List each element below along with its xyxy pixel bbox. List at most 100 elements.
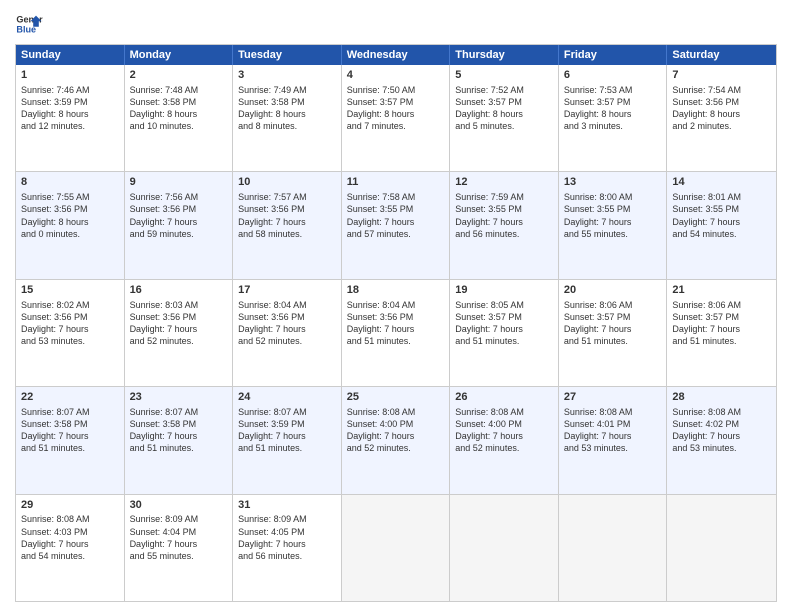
day-info-line: Sunset: 3:58 PM	[238, 96, 336, 108]
day-info-line: Daylight: 7 hours	[455, 430, 553, 442]
calendar-row: 22Sunrise: 8:07 AMSunset: 3:58 PMDayligh…	[16, 386, 776, 493]
day-number: 21	[672, 283, 771, 298]
day-number: 31	[238, 498, 336, 513]
day-cell: 20Sunrise: 8:06 AMSunset: 3:57 PMDayligh…	[559, 280, 668, 386]
day-info-line: Sunrise: 7:57 AM	[238, 191, 336, 203]
day-info-line: Daylight: 7 hours	[21, 430, 119, 442]
day-info-line: Sunrise: 8:04 AM	[347, 299, 445, 311]
weekday-header: Friday	[559, 45, 668, 65]
day-info-line: Sunset: 3:56 PM	[21, 203, 119, 215]
day-number: 1	[21, 68, 119, 83]
day-info-line: Sunset: 3:57 PM	[455, 96, 553, 108]
day-info-line: Sunrise: 7:48 AM	[130, 84, 228, 96]
day-cell: 1Sunrise: 7:46 AMSunset: 3:59 PMDaylight…	[16, 65, 125, 171]
day-info-line: Sunset: 3:57 PM	[564, 311, 662, 323]
day-info-line: and 59 minutes.	[130, 228, 228, 240]
weekday-header: Saturday	[667, 45, 776, 65]
day-info-line: Sunrise: 8:03 AM	[130, 299, 228, 311]
day-number: 20	[564, 283, 662, 298]
day-cell: 16Sunrise: 8:03 AMSunset: 3:56 PMDayligh…	[125, 280, 234, 386]
day-info-line: Sunset: 3:55 PM	[564, 203, 662, 215]
day-info-line: Sunrise: 8:02 AM	[21, 299, 119, 311]
day-info-line: Daylight: 7 hours	[564, 216, 662, 228]
day-info-line: and 51 minutes.	[130, 442, 228, 454]
calendar: SundayMondayTuesdayWednesdayThursdayFrid…	[15, 44, 777, 602]
day-info-line: and 52 minutes.	[347, 442, 445, 454]
day-number: 13	[564, 175, 662, 190]
day-info-line: Sunset: 3:56 PM	[130, 311, 228, 323]
day-info-line: Sunrise: 8:08 AM	[672, 406, 771, 418]
calendar-row: 8Sunrise: 7:55 AMSunset: 3:56 PMDaylight…	[16, 171, 776, 278]
day-info-line: Sunset: 4:05 PM	[238, 526, 336, 538]
day-number: 23	[130, 390, 228, 405]
calendar-header: SundayMondayTuesdayWednesdayThursdayFrid…	[16, 45, 776, 65]
day-number: 29	[21, 498, 119, 513]
day-info-line: Daylight: 7 hours	[130, 538, 228, 550]
day-number: 30	[130, 498, 228, 513]
day-info-line: Sunrise: 7:56 AM	[130, 191, 228, 203]
weekday-header: Monday	[125, 45, 234, 65]
day-info-line: Sunrise: 8:08 AM	[21, 513, 119, 525]
day-info-line: and 51 minutes.	[347, 335, 445, 347]
day-number: 17	[238, 283, 336, 298]
empty-cell	[667, 495, 776, 601]
day-cell: 8Sunrise: 7:55 AMSunset: 3:56 PMDaylight…	[16, 172, 125, 278]
day-info-line: and 52 minutes.	[238, 335, 336, 347]
day-info-line: Daylight: 7 hours	[455, 323, 553, 335]
day-info-line: Sunrise: 8:07 AM	[130, 406, 228, 418]
day-info-line: and 51 minutes.	[564, 335, 662, 347]
empty-cell	[342, 495, 451, 601]
day-info-line: Sunset: 3:59 PM	[238, 418, 336, 430]
day-info-line: Daylight: 7 hours	[21, 323, 119, 335]
page-header: General Blue	[15, 10, 777, 38]
empty-cell	[559, 495, 668, 601]
day-cell: 30Sunrise: 8:09 AMSunset: 4:04 PMDayligh…	[125, 495, 234, 601]
day-cell: 26Sunrise: 8:08 AMSunset: 4:00 PMDayligh…	[450, 387, 559, 493]
day-info-line: Daylight: 7 hours	[672, 216, 771, 228]
day-cell: 2Sunrise: 7:48 AMSunset: 3:58 PMDaylight…	[125, 65, 234, 171]
calendar-row: 15Sunrise: 8:02 AMSunset: 3:56 PMDayligh…	[16, 279, 776, 386]
day-info-line: and 51 minutes.	[455, 335, 553, 347]
day-info-line: Daylight: 7 hours	[130, 216, 228, 228]
day-info-line: Sunrise: 7:52 AM	[455, 84, 553, 96]
day-cell: 31Sunrise: 8:09 AMSunset: 4:05 PMDayligh…	[233, 495, 342, 601]
day-cell: 3Sunrise: 7:49 AMSunset: 3:58 PMDaylight…	[233, 65, 342, 171]
day-info-line: Daylight: 8 hours	[21, 216, 119, 228]
day-info-line: Daylight: 7 hours	[238, 323, 336, 335]
calendar-row: 29Sunrise: 8:08 AMSunset: 4:03 PM Dayligh…	[16, 494, 776, 601]
day-info-line: and 51 minutes.	[21, 442, 119, 454]
day-cell: 18Sunrise: 8:04 AMSunset: 3:56 PMDayligh…	[342, 280, 451, 386]
day-number: 16	[130, 283, 228, 298]
day-info-line: Daylight: 7 hours	[130, 430, 228, 442]
day-info-line: Sunset: 4:03 PM	[21, 526, 119, 538]
day-info-line: Sunrise: 7:53 AM	[564, 84, 662, 96]
day-info-line: and 54 minutes.	[672, 228, 771, 240]
day-cell: 28Sunrise: 8:08 AMSunset: 4:02 PMDayligh…	[667, 387, 776, 493]
day-info-line: Sunset: 3:59 PM	[21, 96, 119, 108]
calendar-row: 1Sunrise: 7:46 AMSunset: 3:59 PMDaylight…	[16, 65, 776, 171]
day-info-line: Daylight: 7 hours	[564, 323, 662, 335]
day-info-line: and 55 minutes.	[564, 228, 662, 240]
day-number: 19	[455, 283, 553, 298]
day-info-line: Daylight: 8 hours	[347, 108, 445, 120]
weekday-header: Tuesday	[233, 45, 342, 65]
day-info-line: Sunset: 3:55 PM	[347, 203, 445, 215]
day-info-line: Sunset: 4:00 PM	[347, 418, 445, 430]
day-info-line: Daylight: 8 hours	[21, 108, 119, 120]
day-info-line: Sunrise: 7:50 AM	[347, 84, 445, 96]
day-info-line: Sunrise: 7:49 AM	[238, 84, 336, 96]
day-info-line: Sunset: 3:56 PM	[130, 203, 228, 215]
day-info-line: Sunset: 3:56 PM	[238, 203, 336, 215]
day-info-line: Sunrise: 7:59 AM	[455, 191, 553, 203]
day-info-line: and 12 minutes.	[21, 120, 119, 132]
day-info-line: Daylight: 8 hours	[672, 108, 771, 120]
day-info-line: Sunrise: 7:54 AM	[672, 84, 771, 96]
day-info-line: Sunset: 3:57 PM	[347, 96, 445, 108]
day-cell: 14Sunrise: 8:01 AMSunset: 3:55 PMDayligh…	[667, 172, 776, 278]
day-number: 25	[347, 390, 445, 405]
day-info-line: Sunset: 3:58 PM	[21, 418, 119, 430]
day-number: 9	[130, 175, 228, 190]
day-cell: 22Sunrise: 8:07 AMSunset: 3:58 PMDayligh…	[16, 387, 125, 493]
day-info-line: Daylight: 8 hours	[455, 108, 553, 120]
calendar-page: General Blue SundayMondayTuesdayWednesda…	[0, 0, 792, 612]
